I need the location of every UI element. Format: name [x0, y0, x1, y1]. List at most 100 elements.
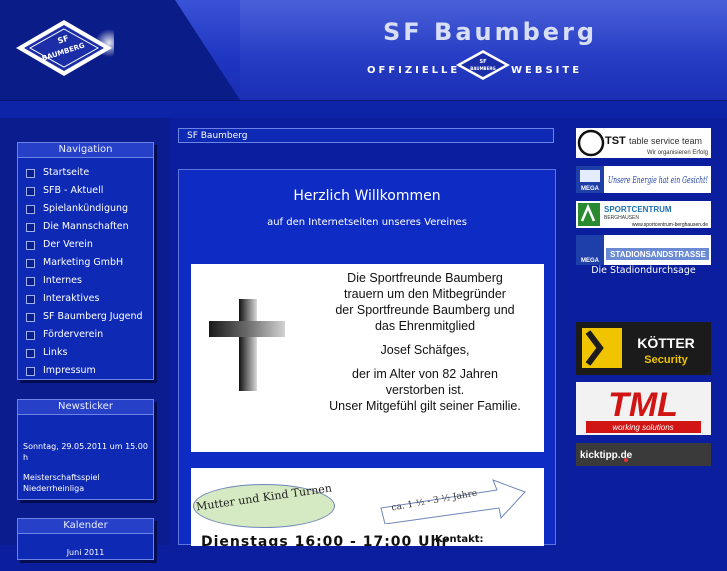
nav-item-label: SFB - Aktuell: [43, 185, 104, 196]
navigation-box: Navigation Startseite SFB - Aktuell Spie…: [17, 142, 154, 380]
sponsor-sportcentrum[interactable]: SPORTCENTRUM BERGHAUSEN www.sportcentrum…: [576, 201, 711, 228]
bullet-icon: [26, 348, 35, 358]
kicktipp-logo: kicktipp.de: [580, 450, 633, 462]
breadcrumb: SF Baumberg: [178, 128, 554, 143]
memorial-line: [306, 358, 544, 366]
bullet-icon: [26, 258, 35, 268]
bullet-icon: [26, 366, 35, 376]
site-title: SF Baumberg: [383, 18, 598, 46]
nav-item-label: Der Verein: [43, 239, 93, 250]
memorial-line: trauern um den Mitbegründer: [344, 287, 506, 301]
nav-item-impressum[interactable]: Impressum: [18, 362, 153, 380]
tml-name: TML: [608, 386, 678, 424]
memorial-line: Unser Mitgefühl gilt seiner Familie.: [329, 399, 521, 413]
sponsor-kicktipp[interactable]: kicktipp.de: [576, 443, 711, 466]
nav-item-links[interactable]: Links: [18, 344, 153, 362]
nav-item-label: SF Baumberg Jugend: [43, 311, 143, 322]
calendar-month: Juni 2011: [66, 548, 105, 557]
sponsor-tst[interactable]: TST table service team Wir organisieren …: [576, 128, 711, 158]
tst-logo: TST table service team Wir organisieren …: [577, 129, 708, 157]
main-content: SF Baumberg Herzlich Willkommen auf den …: [178, 128, 556, 546]
speech-bubble: Mutter und Kind Turnen: [193, 481, 335, 528]
nav-item-sfb-aktuell[interactable]: SFB - Aktuell: [18, 182, 153, 200]
turnen-title: Mutter und Kind Turnen: [195, 481, 333, 514]
nav-item-marketing[interactable]: Marketing GmbH: [18, 254, 153, 272]
small-club-logo: SF BAUMBERG: [456, 50, 510, 80]
memorial-line: der Sportfreunde Baumberg und: [335, 303, 515, 317]
bullet-icon: [26, 276, 35, 286]
sponsor-koetter[interactable]: KÖTTER Security: [576, 322, 711, 375]
stadion-caption[interactable]: Die Stadiondurchsage: [576, 265, 711, 276]
stadion-name: STADIONSANDSTRASSE: [610, 250, 707, 259]
bullet-icon: [26, 312, 35, 322]
stadion-brand: MEGA: [581, 258, 600, 264]
nav-item-internes[interactable]: Internes: [18, 272, 153, 290]
turnen-day: Dienstags 16:00 - 17:00 Uhr: [201, 534, 450, 546]
nav-item-foerderverein[interactable]: Förderverein: [18, 326, 153, 344]
tml-sub: working solutions: [612, 423, 673, 432]
newsticker-text: Meisterschaftsspiel Niederrheinliga: [23, 473, 100, 493]
nav-item-label: Die Mannschaften: [43, 221, 129, 232]
bullet-icon: [26, 186, 35, 196]
nav-item-label: Marketing GmbH: [43, 257, 124, 268]
welcome-subtitle: auf den Internetseiten unseres Vereines: [267, 217, 467, 228]
small-logo-text-bottom: BAUMBERG: [470, 66, 495, 71]
newsticker-date: Sonntag, 29.05.2011 um 15.00 h: [23, 442, 148, 462]
nav-item-label: Interaktives: [43, 293, 100, 304]
stadion-logo: MEGA STADIONSANDSTRASSE: [576, 235, 709, 265]
nav-item-startseite[interactable]: Startseite: [18, 164, 153, 182]
calendar-box: Kalender Juni 2011: [17, 518, 154, 560]
memorial-line: [306, 334, 544, 342]
memorial-text: Die Sportfreunde Baumberg trauern um den…: [306, 270, 544, 414]
mega-slogan: Unsere Energie hat ein Gesicht!: [608, 176, 708, 186]
tst-name: TST: [605, 135, 626, 147]
nav-item-label: Spielankündigung: [43, 203, 129, 214]
content-panel: Herzlich Willkommen auf den Internetseit…: [178, 169, 556, 546]
bullet-icon: [26, 222, 35, 232]
sponsor-mega[interactable]: MEGA Unsere Energie hat ein Gesicht!: [576, 166, 711, 193]
nav-item-label: Startseite: [43, 167, 90, 178]
nav-item-interaktives[interactable]: Interaktives: [18, 290, 153, 308]
sport-name: SPORTCENTRUM: [604, 205, 672, 214]
tagline-left: OFFIZIELLE: [367, 65, 461, 76]
memorial-line: der im Alter von 82 Jahren: [352, 367, 498, 381]
bullet-icon: [26, 168, 35, 178]
bullet-icon: [26, 330, 35, 340]
left-sidebar: Navigation Startseite SFB - Aktuell Spie…: [0, 118, 170, 560]
nav-item-label: Förderverein: [43, 329, 104, 340]
turnen-flyer[interactable]: Mutter und Kind Turnen ca. 1 ½ - 3 ½ Jah…: [191, 468, 544, 546]
memorial-line: das Ehrenmitglied: [374, 319, 476, 333]
memorial-notice: Die Sportfreunde Baumberg trauern um den…: [191, 264, 544, 452]
navigation-list: Startseite SFB - Aktuell Spielankündigun…: [18, 158, 153, 384]
newsticker-content[interactable]: Sonntag, 29.05.2011 um 15.00 h Meistersc…: [18, 415, 153, 509]
small-logo-text-top: SF: [479, 59, 486, 65]
bullet-icon: [26, 294, 35, 304]
tst-line2: Wir organisieren Erfolg: [647, 150, 708, 156]
koetter-name: KÖTTER: [637, 335, 695, 351]
tagline-right: WEBSITE: [511, 65, 583, 76]
nav-item-jugend[interactable]: SF Baumberg Jugend: [18, 308, 153, 326]
bullet-icon: [26, 204, 35, 214]
sportcentrum-logo: SPORTCENTRUM BERGHAUSEN www.sportcentrum…: [578, 203, 708, 228]
nav-item-spielankuendigung[interactable]: Spielankündigung: [18, 200, 153, 218]
sponsor-tml[interactable]: TML working solutions: [576, 382, 711, 435]
nav-item-label: Internes: [43, 275, 82, 286]
navigation-title: Navigation: [18, 143, 153, 158]
nav-item-label: Links: [43, 347, 68, 358]
memorial-line: Josef Schäfges,: [380, 343, 470, 357]
tst-line1: table service team: [629, 136, 702, 146]
club-logo[interactable]: SF BAUMBERG: [14, 18, 114, 78]
mega-brand: MEGA: [581, 186, 600, 192]
memorial-line: verstorben ist.: [385, 383, 465, 397]
sport-place: BERGHAUSEN: [604, 215, 639, 221]
turnen-contact: Kontakt:: [435, 534, 484, 545]
memorial-line: Die Sportfreunde Baumberg: [347, 271, 503, 285]
sponsor-stadion[interactable]: MEGA STADIONSANDSTRASSE: [576, 235, 711, 265]
cross-icon: [209, 299, 285, 391]
koetter-logo: KÖTTER Security: [582, 328, 695, 368]
nav-item-verein[interactable]: Der Verein: [18, 236, 153, 254]
newsticker-title: Newsticker: [18, 400, 153, 415]
welcome-title: Herzlich Willkommen: [293, 188, 441, 204]
nav-item-mannschaften[interactable]: Die Mannschaften: [18, 218, 153, 236]
calendar-title: Kalender: [18, 519, 153, 534]
